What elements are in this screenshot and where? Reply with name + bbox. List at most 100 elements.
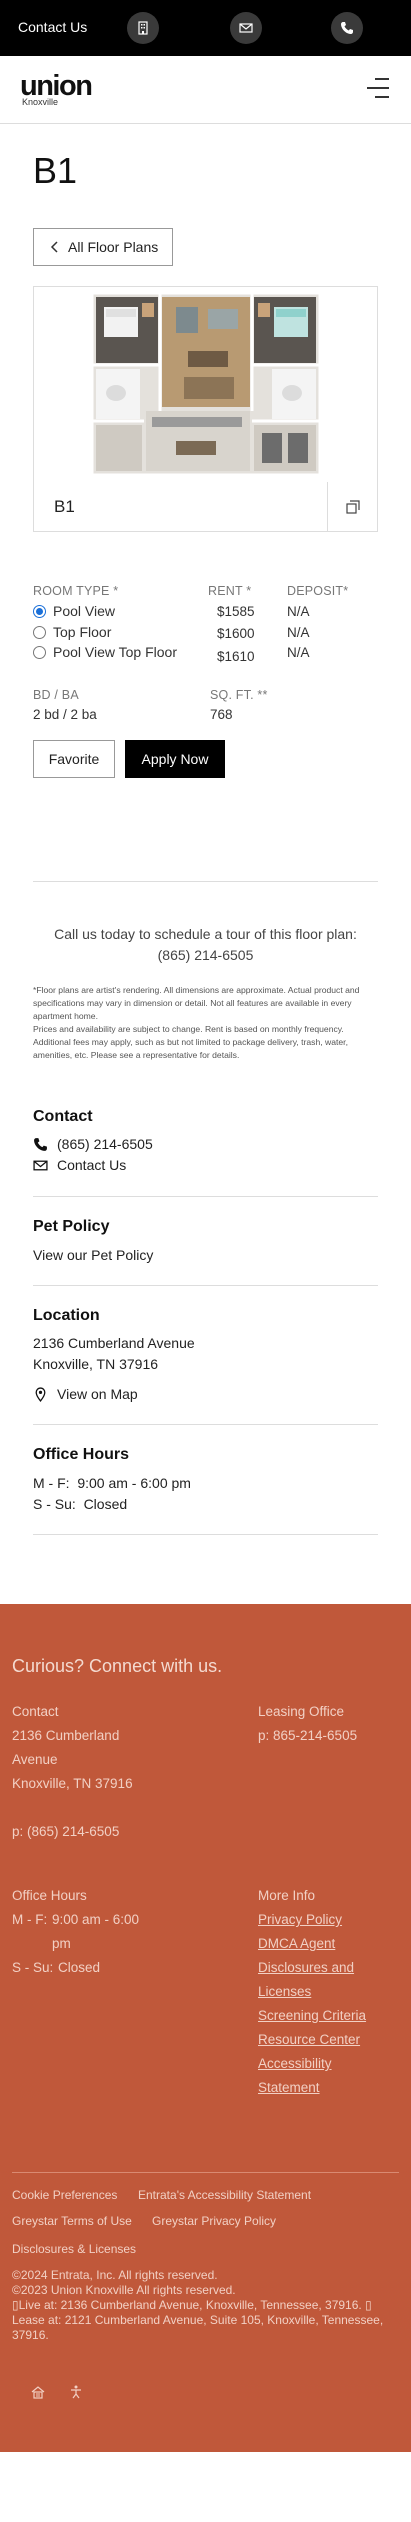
- footer-link-terms[interactable]: Greystar Terms of Use: [12, 2214, 132, 2229]
- floor-plan-card: B1: [33, 286, 378, 532]
- contact-us-row[interactable]: Contact Us: [33, 1157, 126, 1173]
- live-at-box-icon-end: ▯: [365, 2298, 372, 2312]
- divider: [33, 881, 378, 882]
- view-on-map-label: View on Map: [57, 1386, 138, 1402]
- apply-now-button[interactable]: Apply Now: [125, 740, 225, 778]
- rent-value: $1610: [217, 649, 255, 664]
- footer-address-3: Knoxville, TN 37916: [12, 1776, 133, 1791]
- site-footer: Curious? Connect with us. Contact 2136 C…: [0, 1604, 411, 2452]
- all-floor-plans-button[interactable]: All Floor Plans: [33, 228, 173, 266]
- room-option-pool-view-top-floor[interactable]: Pool View Top Floor: [33, 644, 177, 660]
- footer-live-at: ▯Live at: 2136 Cumberland Avenue, Knoxvi…: [12, 2298, 372, 2313]
- call-phone[interactable]: (865) 214-6505: [33, 945, 378, 966]
- footer-live-at-text: Live at: 2136 Cumberland Avenue, Knoxvil…: [18, 2298, 366, 2312]
- footer-link-accessibility-cont[interactable]: Statement: [258, 2076, 320, 2100]
- footer-lease-at-zip: 37916.: [12, 2328, 49, 2342]
- building-icon[interactable]: [127, 12, 159, 44]
- view-on-map-row[interactable]: View on Map: [33, 1386, 138, 1402]
- mail-icon[interactable]: [230, 12, 262, 44]
- radio-unselected[interactable]: [33, 625, 46, 639]
- contact-title: Contact: [33, 1108, 93, 1125]
- footer-hours-mf-value-cont: pm: [52, 1936, 71, 1951]
- footer-link-entrata-accessibility[interactable]: Entrata's Accessibility Statement: [138, 2188, 311, 2203]
- footer-link-disclosures-licenses[interactable]: Disclosures & Licenses: [12, 2242, 136, 2257]
- chevron-left-icon: [50, 241, 58, 253]
- site-header: union Knoxville: [0, 56, 411, 124]
- page-title: B1: [33, 150, 78, 191]
- logo-wordmark: union: [20, 70, 93, 102]
- room-option-pool-view[interactable]: Pool View: [33, 603, 115, 619]
- location-line2: Knoxville, TN 37916: [33, 1356, 159, 1372]
- footer-phone[interactable]: p: (865) 214-6505: [12, 1820, 119, 1844]
- footer-divider: [12, 2172, 399, 2173]
- footer-address-1: 2136 Cumberland: [12, 1728, 120, 1743]
- footer-link-resource[interactable]: Resource Center: [258, 2028, 360, 2052]
- floor-plan-image[interactable]: [34, 287, 377, 481]
- footer-link-disclosures[interactable]: Disclosures and: [258, 1956, 354, 1980]
- pet-policy-title: Pet Policy: [33, 1218, 110, 1235]
- footer-icons: [30, 2384, 84, 2400]
- accessibility-icon[interactable]: [68, 2384, 84, 2400]
- room-option-top-floor[interactable]: Top Floor: [33, 624, 111, 640]
- map-pin-icon: [35, 1386, 46, 1402]
- sqft-label: SQ. FT. **: [210, 688, 268, 702]
- bdba-label: BD / BA: [33, 688, 79, 702]
- location-title: Location: [33, 1307, 100, 1324]
- sqft-value: 768: [210, 707, 233, 722]
- footer-link-cookies[interactable]: Cookie Preferences: [12, 2188, 117, 2203]
- room-option-label: Pool View: [53, 603, 116, 619]
- favorite-button[interactable]: Favorite: [33, 740, 115, 778]
- footer-hours-ss-value: Closed: [58, 1960, 101, 1975]
- footer-link-accessibility[interactable]: Accessibility: [258, 2052, 332, 2076]
- divider: [33, 1424, 378, 1425]
- phone-icon: [34, 1137, 47, 1151]
- phone-icon[interactable]: [331, 12, 363, 44]
- footer-link-disclosures-cont[interactable]: Licenses: [258, 1980, 311, 2004]
- equal-housing-icon[interactable]: [30, 2384, 46, 2400]
- deposit-value: N/A: [287, 645, 310, 660]
- footer-link-screening[interactable]: Screening Criteria: [258, 2004, 366, 2028]
- contact-us-link[interactable]: Contact Us: [18, 19, 87, 35]
- footer-hours-mf-value: 9:00 am - 6:00: [52, 1912, 140, 1927]
- footer-hours-title: Office Hours: [12, 1888, 87, 1903]
- footer-address-2: Avenue: [12, 1752, 58, 1767]
- bdba-value: 2 bd / 2 ba: [33, 707, 97, 722]
- room-option-label: Pool View Top Floor: [53, 644, 177, 660]
- footer-contact-title: Contact: [12, 1704, 59, 1719]
- divider: [33, 1285, 378, 1286]
- office-hours-title: Office Hours: [33, 1446, 130, 1463]
- expand-icon[interactable]: [327, 482, 377, 532]
- union-logo[interactable]: union Knoxville: [20, 70, 93, 108]
- footer-copyright-union: ©2023 Union Knoxville All rights reserve…: [12, 2283, 236, 2297]
- contact-phone-row[interactable]: (865) 214-6505: [33, 1136, 153, 1152]
- footer-leasing-phone[interactable]: p: 865-214-6505: [258, 1724, 357, 1748]
- radio-unselected[interactable]: [33, 645, 46, 659]
- footer-copyright-entrata: ©2024 Entrata, Inc. All rights reserved.: [12, 2268, 218, 2282]
- footer-link-dmca[interactable]: DMCA Agent: [258, 1932, 335, 1956]
- divider: [33, 1196, 378, 1197]
- rent-value: $1600: [217, 626, 255, 641]
- rent-label: RENT *: [208, 584, 252, 598]
- office-hours-weekend: S - Su: Closed: [33, 1496, 128, 1512]
- footer-link-greystar-privacy[interactable]: Greystar Privacy Policy: [152, 2214, 276, 2229]
- room-option-label: Top Floor: [53, 624, 112, 640]
- footer-leasing-title: Leasing Office: [258, 1704, 345, 1719]
- pet-policy-link[interactable]: View our Pet Policy: [33, 1245, 153, 1266]
- footer-link-privacy[interactable]: Privacy Policy: [258, 1908, 342, 1932]
- rent-value: $1585: [217, 604, 255, 619]
- footer-hours-mf-label: M - F:: [12, 1912, 48, 1927]
- footer-hours-ss-label: S - Su:: [12, 1960, 54, 1975]
- room-type-label: ROOM TYPE *: [33, 584, 119, 598]
- contact-phone: (865) 214-6505: [57, 1136, 153, 1152]
- deposit-label: DEPOSIT*: [287, 584, 349, 598]
- fine-print-prices: Prices and availability are subject to c…: [33, 1024, 348, 1060]
- footer-more-info-title: More Info: [258, 1888, 316, 1903]
- floor-plan-name: B1: [54, 497, 75, 516]
- top-bar: Contact Us: [0, 0, 411, 56]
- all-floor-plans-label: All Floor Plans: [68, 239, 159, 255]
- office-hours-weekday: M - F: 9:00 am - 6:00 pm: [33, 1475, 191, 1491]
- footer-heading: Curious? Connect with us.: [12, 1656, 223, 1676]
- menu-icon[interactable]: [367, 78, 389, 100]
- mail-icon: [33, 1160, 48, 1170]
- radio-selected[interactable]: [33, 604, 46, 618]
